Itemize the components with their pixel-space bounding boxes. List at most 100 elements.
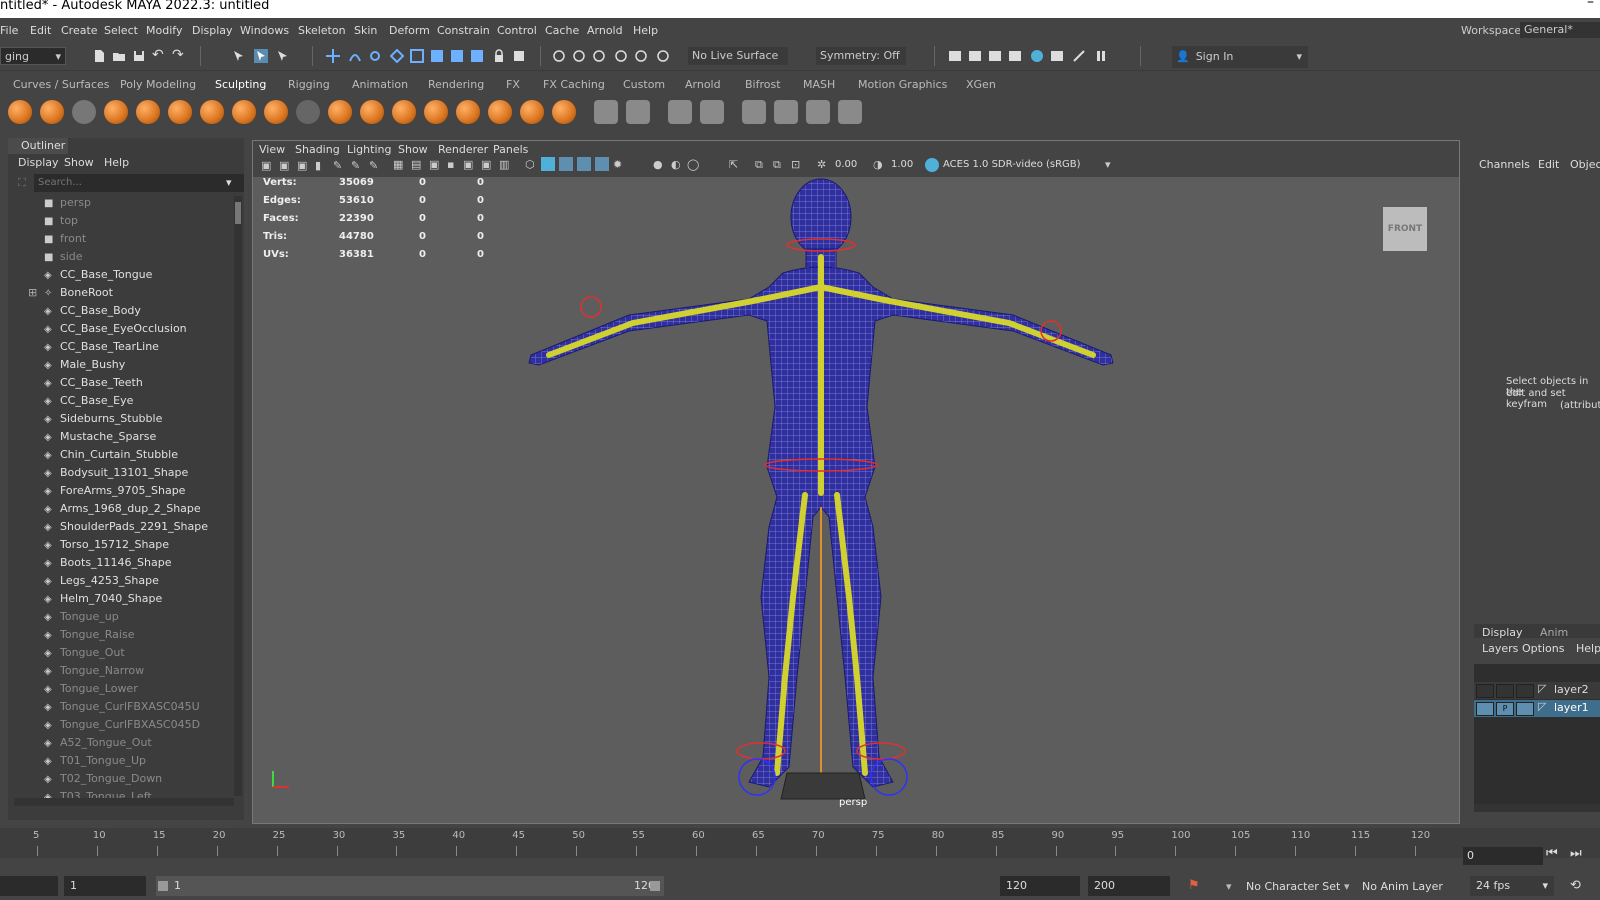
outliner-item[interactable]: ◈ A52_Tongue_Out — [44, 734, 152, 752]
snap-bake-icon[interactable] — [450, 49, 464, 63]
outliner-item[interactable]: ◈ ShoulderPads_2291_Shape — [44, 518, 208, 536]
outliner-item[interactable]: ⊞ ✧ BoneRoot — [28, 284, 113, 302]
outliner-item[interactable]: ◈ Chin_Curtain_Stubble — [44, 446, 178, 464]
menu-file[interactable]: File — [0, 24, 18, 37]
outliner-item[interactable]: ◈ Tongue_up — [44, 608, 119, 626]
smooth-shade-icon[interactable]: ▤ — [411, 158, 421, 171]
wax-tool-icon[interactable] — [328, 100, 352, 124]
layer-display-type-toggle[interactable] — [1516, 702, 1534, 716]
shelf-tab-bifrost[interactable]: Bifrost — [745, 78, 781, 91]
hypershade-icon[interactable] — [1030, 49, 1044, 63]
textured-icon[interactable]: ▣ — [429, 158, 439, 171]
menu-arnold[interactable]: Arnold — [587, 24, 623, 37]
new-scene-icon[interactable] — [92, 49, 106, 63]
outliner-horizontal-scrollbar[interactable] — [14, 798, 234, 806]
outliner-item[interactable]: ◈ CC_Base_TearLine — [44, 338, 159, 356]
outliner-item[interactable]: ■ top — [44, 212, 78, 230]
color-management-icon[interactable] — [925, 158, 939, 172]
menu-constrain[interactable]: Constrain — [437, 24, 490, 37]
render-settings-icon[interactable] — [656, 49, 670, 63]
image-plane-icon[interactable]: ▮ — [315, 159, 321, 172]
workspace-dropdown[interactable]: General* — [1520, 22, 1600, 38]
exposure-field[interactable]: 0.00 — [835, 159, 857, 170]
camera-pivot-icon[interactable] — [512, 49, 526, 63]
symmetry-dropdown[interactable]: Symmetry: Off — [816, 47, 906, 65]
layer-menu-help[interactable]: Help — [1576, 642, 1600, 655]
mode-dropdown[interactable]: ging ▾ — [0, 47, 66, 65]
range-slider[interactable]: 1 120 — [156, 876, 664, 896]
layer-tab-display[interactable]: Display — [1482, 626, 1523, 639]
menu-control[interactable]: Control — [497, 24, 537, 37]
pause-icon[interactable] — [1094, 49, 1108, 63]
view-transform-dropdown[interactable]: ACES 1.0 SDR-video (sRGB) — [943, 159, 1081, 170]
viewport-menu-lighting[interactable]: Lighting — [347, 143, 391, 156]
spray-tool-icon[interactable] — [232, 100, 256, 124]
minimize-button[interactable]: – — [1587, 0, 1594, 10]
layer-menu-options[interactable]: Options — [1522, 642, 1564, 655]
select-component-icon[interactable] — [276, 49, 290, 63]
layer-row-layer1[interactable]: P ◸ layer1 — [1474, 700, 1600, 717]
snap-curve-icon[interactable] — [348, 49, 362, 63]
current-frame-field[interactable]: 0 — [1463, 847, 1543, 865]
xray-icon[interactable] — [541, 157, 555, 171]
frame-all-icon[interactable]: ⊡ — [791, 158, 800, 171]
shape-editor-icon[interactable] — [806, 100, 830, 124]
outliner-item[interactable]: ◈ T01_Tongue_Up — [44, 752, 146, 770]
layer-tab-anim[interactable]: Anim — [1540, 626, 1568, 639]
menu-create[interactable]: Create — [61, 24, 98, 37]
fps-dropdown[interactable]: 24 fps ▾ — [1470, 876, 1554, 896]
shelf-tab-motion-graphics[interactable]: Motion Graphics — [858, 78, 947, 91]
scene-start-field[interactable] — [0, 876, 58, 896]
outliner-item[interactable]: ■ side — [44, 248, 83, 266]
outliner-item[interactable]: ◈ Tongue_Out — [44, 644, 125, 662]
bookmark-icon[interactable]: ▣ — [297, 159, 307, 172]
help-question-icon[interactable] — [470, 49, 484, 63]
pose-space-icon[interactable] — [774, 100, 798, 124]
gamma-field[interactable]: 1.00 — [891, 159, 913, 170]
sign-in-button[interactable]: 👤 Sign In ▾ — [1172, 46, 1308, 68]
camera-attributes-icon[interactable]: ▣ — [279, 159, 289, 172]
freeze-tool-icon[interactable] — [552, 100, 576, 124]
shelf-tab-fx[interactable]: FX — [506, 78, 520, 91]
resolution-gate-icon[interactable]: ✎ — [369, 159, 378, 172]
channelbox-tab-edit[interactable]: Edit — [1538, 158, 1559, 171]
flatten-tool-icon[interactable] — [168, 100, 192, 124]
menu-help[interactable]: Help — [633, 24, 658, 37]
imprint-tool-icon[interactable] — [296, 100, 320, 124]
shelf-tab-sculpting[interactable]: Sculpting — [215, 78, 266, 91]
shelf-tab-custom[interactable]: Custom — [623, 78, 665, 91]
sculpt-target-icon[interactable] — [838, 100, 862, 124]
channelbox-tab-channels[interactable]: Channels — [1479, 158, 1530, 171]
menu-skeleton[interactable]: Skeleton — [298, 24, 346, 37]
outliner-item[interactable]: ◈ Legs_4253_Shape — [44, 572, 159, 590]
lasso-icon[interactable] — [552, 49, 566, 63]
safe-title-icon[interactable]: ⧉ — [755, 158, 763, 172]
ipr-icon[interactable] — [988, 49, 1002, 63]
outliner-item[interactable]: ◈ CC_Base_Body — [44, 302, 141, 320]
save-scene-icon[interactable] — [132, 49, 146, 63]
layer-row-layer2[interactable]: ◸ layer2 — [1474, 682, 1600, 699]
menu-modify[interactable]: Modify — [146, 24, 182, 37]
shelf-tab-fx-caching[interactable]: FX Caching — [543, 78, 605, 91]
render-settings-window-icon[interactable] — [1008, 49, 1022, 63]
outliner-item[interactable]: ◈ Torso_15712_Shape — [44, 536, 169, 554]
xray-joints-icon[interactable] — [559, 157, 573, 171]
relax-tool-icon[interactable] — [72, 100, 96, 124]
outliner-item[interactable]: ◈ Arms_1968_dup_2_Shape — [44, 500, 201, 518]
playback-start-field[interactable]: 1 — [64, 876, 146, 896]
chevron-down-icon[interactable]: ▾ — [1344, 880, 1350, 893]
go-to-start-icon[interactable]: ⏮ — [1546, 846, 1558, 861]
blend-shape-icon[interactable] — [742, 100, 766, 124]
outliner-menu-help[interactable]: Help — [104, 156, 129, 169]
range-start-handle[interactable] — [158, 881, 168, 891]
snap-view-plane-icon[interactable] — [390, 49, 404, 63]
chevron-down-icon[interactable]: ▾ — [1226, 880, 1232, 893]
backface-culling-icon[interactable] — [595, 157, 609, 171]
outliner-menu-display[interactable]: Display — [18, 156, 59, 169]
outliner-scrollbar[interactable] — [234, 196, 242, 796]
viewport-menu-view[interactable]: View — [259, 143, 285, 156]
menu-display[interactable]: Display — [192, 24, 233, 37]
smooth-tool-icon[interactable] — [40, 100, 64, 124]
outliner-item[interactable]: ◈ Helm_7040_Shape — [44, 590, 162, 608]
menu-windows[interactable]: Windows — [240, 24, 289, 37]
